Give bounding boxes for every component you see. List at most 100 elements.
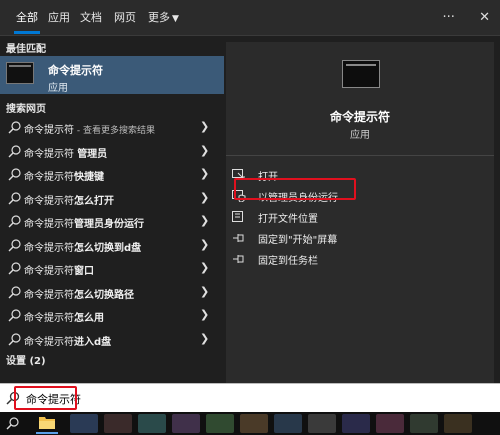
action-pin-to-taskbar[interactable]: 固定到任务栏 bbox=[232, 249, 482, 269]
preview-subtitle: 应用 bbox=[350, 130, 370, 141]
tab-all[interactable]: 全部 bbox=[14, 0, 40, 36]
tab-web[interactable]: 网页 bbox=[114, 0, 136, 36]
web-result-label: 命令提示符怎么打开 bbox=[24, 192, 114, 207]
suggestion-text: 怎么打开 bbox=[74, 195, 114, 207]
tab-apps[interactable]: 应用 bbox=[48, 0, 70, 36]
suggestion-text: 进入d盘 bbox=[74, 336, 112, 348]
web-result-item[interactable]: 命令提示符管理员身份运行 ❯ bbox=[0, 210, 224, 234]
taskbar-app-icon[interactable] bbox=[274, 414, 302, 433]
web-result-label: 命令提示符管理员身份运行 bbox=[24, 215, 144, 230]
search-icon bbox=[8, 215, 21, 228]
suggestion-text: 管理员身份运行 bbox=[74, 219, 144, 230]
web-result-item[interactable]: 命令提示符怎么切换到d盘 ❯ bbox=[0, 234, 224, 258]
query-text: 命令提示符 bbox=[24, 148, 78, 160]
file-explorer-icon[interactable] bbox=[39, 415, 55, 430]
query-text: 命令提示符 bbox=[24, 125, 74, 136]
taskbar-app-icon[interactable] bbox=[104, 414, 132, 433]
cmd-window-icon bbox=[6, 62, 34, 84]
settings-heading[interactable]: 设置 (2) bbox=[6, 352, 46, 367]
chevron-right-icon[interactable]: ❯ bbox=[200, 214, 209, 227]
web-result-item[interactable]: 命令提示符怎么用 ❯ bbox=[0, 304, 224, 328]
taskbar-app-icon[interactable] bbox=[240, 414, 268, 433]
query-text: 命令提示符 bbox=[24, 172, 74, 183]
best-match-item[interactable]: 命令提示符 应用 bbox=[0, 56, 224, 94]
search-icon bbox=[8, 191, 21, 204]
search-icon bbox=[8, 238, 21, 251]
taskbar-app-icon[interactable] bbox=[206, 414, 234, 433]
web-result-item[interactable]: 命令提示符进入d盘 ❯ bbox=[0, 328, 224, 352]
action-label: 固定到任务栏 bbox=[258, 256, 318, 267]
query-text: 命令提示符 bbox=[24, 336, 74, 348]
taskbar-app-icon[interactable] bbox=[444, 414, 472, 433]
chevron-down-icon: ▼ bbox=[172, 14, 179, 24]
results-pane: 最佳匹配 命令提示符 应用 搜索网页 命令提示符 - 查看更多搜索结果 ❯ 命令提示… bbox=[0, 36, 224, 383]
web-result-label: 命令提示符怎么切换到d盘 bbox=[24, 239, 141, 254]
result-description: - 查看更多搜索结果 bbox=[74, 126, 155, 136]
suggestion-text: 怎么切换路径 bbox=[74, 289, 134, 301]
web-result-label: 命令提示符窗口 bbox=[24, 262, 94, 277]
highlight-box bbox=[234, 178, 356, 200]
query-text: 命令提示符 bbox=[24, 266, 74, 277]
web-result-item[interactable]: 命令提示符怎么打开 ❯ bbox=[0, 187, 224, 211]
web-result-item[interactable]: 命令提示符怎么切换路径 ❯ bbox=[0, 281, 224, 305]
search-icon bbox=[8, 168, 21, 181]
chevron-right-icon[interactable]: ❯ bbox=[200, 238, 209, 251]
chevron-right-icon[interactable]: ❯ bbox=[200, 261, 209, 274]
web-result-label: 命令提示符 管理员 bbox=[24, 145, 107, 160]
taskbar bbox=[0, 412, 500, 435]
search-icon bbox=[8, 332, 21, 345]
taskbar-app-icon[interactable] bbox=[308, 414, 336, 433]
action-label: 固定到"开始"屏幕 bbox=[258, 235, 338, 246]
query-text: 命令提示符 bbox=[24, 242, 74, 254]
preview-pane: 命令提示符 应用 打开 以管理员身份运行 打开文件位置 固定到"开始"屏幕 固定… bbox=[226, 42, 494, 383]
taskbar-app-icon[interactable] bbox=[172, 414, 200, 433]
action-label: 打开文件位置 bbox=[258, 214, 318, 225]
search-icon bbox=[8, 262, 21, 275]
web-result-label: 命令提示符怎么用 bbox=[24, 309, 104, 324]
divider bbox=[226, 155, 494, 156]
action-open-file-location[interactable]: 打开文件位置 bbox=[232, 207, 482, 227]
chevron-right-icon[interactable]: ❯ bbox=[200, 167, 209, 180]
chevron-right-icon[interactable]: ❯ bbox=[200, 120, 209, 133]
more-dots-icon[interactable]: ··· bbox=[443, 10, 455, 25]
web-result-item[interactable]: 命令提示符快捷键 ❯ bbox=[0, 163, 224, 187]
chevron-right-icon[interactable]: ❯ bbox=[200, 144, 209, 157]
chevron-right-icon[interactable]: ❯ bbox=[200, 308, 209, 321]
web-result-item[interactable]: 命令提示符 - 查看更多搜索结果 ❯ bbox=[0, 116, 224, 140]
web-result-item[interactable]: 命令提示符窗口 ❯ bbox=[0, 257, 224, 281]
start-search-icon[interactable] bbox=[6, 416, 20, 430]
taskbar-app-icon[interactable] bbox=[376, 414, 404, 433]
highlight-box bbox=[14, 386, 77, 410]
web-result-item[interactable]: 命令提示符 管理员 ❯ bbox=[0, 140, 224, 164]
suggestion-text: 怎么用 bbox=[74, 313, 104, 324]
tab-more[interactable]: 更多 ▼ bbox=[148, 0, 179, 36]
top-icons: ··· ✕ bbox=[423, 0, 490, 36]
query-text: 命令提示符 bbox=[24, 313, 74, 324]
taskbar-app-icon[interactable] bbox=[138, 414, 166, 433]
taskbar-app-icon[interactable] bbox=[410, 414, 438, 433]
taskbar-app-icon[interactable] bbox=[70, 414, 98, 433]
suggestion-text: 快捷键 bbox=[74, 172, 104, 183]
search-box[interactable]: 命令提示符 bbox=[0, 383, 500, 412]
best-match-subtitle: 应用 bbox=[48, 83, 68, 94]
pin-start-icon bbox=[233, 234, 244, 242]
query-text: 命令提示符 bbox=[24, 195, 74, 207]
best-match-heading: 最佳匹配 bbox=[6, 44, 46, 55]
file-location-icon bbox=[232, 211, 243, 222]
tab-more-label: 更多 bbox=[148, 11, 170, 24]
action-pin-to-start[interactable]: 固定到"开始"屏幕 bbox=[232, 228, 482, 248]
search-icon bbox=[8, 285, 21, 298]
best-match-title: 命令提示符 bbox=[48, 64, 103, 77]
taskbar-app-icon[interactable] bbox=[342, 414, 370, 433]
close-icon[interactable]: ✕ bbox=[479, 10, 490, 25]
active-indicator bbox=[36, 432, 58, 434]
search-tab-bar: 全部 应用 文档 网页 更多 ▼ ··· ✕ bbox=[0, 0, 500, 36]
chevron-right-icon[interactable]: ❯ bbox=[200, 332, 209, 345]
chevron-right-icon[interactable]: ❯ bbox=[200, 285, 209, 298]
chevron-right-icon[interactable]: ❯ bbox=[200, 191, 209, 204]
search-icon bbox=[8, 144, 21, 157]
web-result-label: 命令提示符进入d盘 bbox=[24, 333, 111, 348]
pin-taskbar-icon bbox=[233, 255, 244, 263]
tab-documents[interactable]: 文档 bbox=[80, 0, 102, 36]
query-text: 命令提示符 bbox=[24, 289, 74, 301]
